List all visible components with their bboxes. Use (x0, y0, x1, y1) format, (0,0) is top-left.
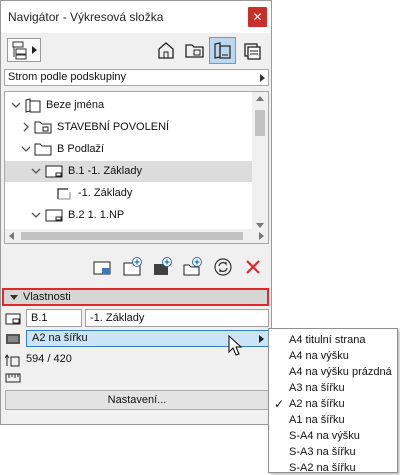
mouse-cursor-icon (228, 335, 243, 356)
menu-item-label: A3 na šířku (289, 382, 345, 394)
menu-item-label: A2 na šířku (289, 398, 345, 410)
layout-tree[interactable]: Beze jména STAVEBNÍ POVOLENÍ B Podlaží B… (4, 91, 269, 244)
tree-item[interactable]: Beze jména (5, 95, 252, 116)
menu-item[interactable]: S-A4 na výšku (269, 428, 397, 445)
master-layout-icon (93, 261, 111, 275)
close-button[interactable]: ✕ (248, 7, 267, 27)
navigator-toolbar (1, 33, 271, 67)
book-icon (25, 98, 41, 113)
house-icon (158, 42, 174, 59)
vertical-scrollbar[interactable] (252, 92, 268, 232)
map-popup-button[interactable] (7, 38, 41, 62)
menu-item-label: S-A4 na výšku (289, 430, 360, 442)
tree-item-selected[interactable]: B.1 -1. Základy (5, 161, 252, 182)
scroll-thumb[interactable] (255, 110, 265, 136)
tree-item-label: B.2 1. 1.NP (68, 209, 125, 221)
collapse-triangle-icon (10, 295, 18, 300)
tree-item-label: STAVEBNÍ POVOLENÍ (57, 121, 170, 133)
scroll-left-icon[interactable] (9, 232, 14, 240)
new-subset-icon (154, 257, 172, 275)
tree-item[interactable]: STAVEBNÍ POVOLENÍ (5, 117, 252, 138)
tree-item-label: -1. Základy (78, 187, 133, 199)
layout-icon (45, 165, 63, 178)
settings-button[interactable]: Nastavení... (5, 390, 269, 410)
properties-header-label: Vlastnosti (23, 291, 71, 303)
check-icon: ✓ (274, 397, 285, 411)
new-layout-button[interactable] (122, 256, 144, 278)
size-icon (5, 354, 20, 367)
menu-item-label: A4 na výšku prázdná (289, 366, 392, 378)
layout-book-button[interactable] (209, 37, 236, 64)
publisher-sets-button[interactable] (239, 37, 266, 64)
tree-item-label: B Podlaží (57, 143, 105, 155)
menu-item[interactable]: S-A2 na šířku (269, 460, 397, 475)
chevron-right-icon (259, 335, 264, 343)
menu-item-label: S-A3 na šířku (289, 446, 356, 458)
layout-id-field[interactable]: B.1 (26, 309, 82, 327)
publisher-icon (244, 43, 261, 60)
chevron-right-icon (23, 122, 29, 132)
new-master-layout-button[interactable] (92, 256, 114, 278)
tree-item[interactable]: -1. Základy (5, 183, 252, 204)
menu-item-checked[interactable]: ✓ A2 na šířku (269, 396, 397, 413)
menu-item[interactable]: A1 na šířku (269, 412, 397, 429)
scroll-down-icon[interactable] (256, 223, 264, 228)
update-button[interactable] (212, 256, 234, 278)
menu-item[interactable]: S-A3 na šířku (269, 444, 397, 461)
layout-id-icon (5, 313, 21, 325)
chevron-right-icon (32, 46, 37, 54)
tree-item[interactable]: B Podlaží (5, 139, 252, 160)
master-layout-icon (6, 334, 20, 344)
tree-item-label: B.1 -1. Základy (68, 165, 142, 177)
menu-item-label: A4 na výšku (289, 350, 349, 362)
horizontal-scrollbar[interactable] (5, 229, 268, 243)
delete-icon (246, 260, 260, 274)
ruler-icon (5, 373, 21, 383)
delete-button[interactable] (242, 256, 264, 278)
project-map-popup-icon (12, 41, 27, 60)
layout-dimensions: 594 / 420 (26, 353, 72, 365)
menu-item[interactable]: A4 na výšku (269, 348, 397, 365)
scroll-thumb[interactable] (21, 232, 243, 240)
chevron-right-icon (260, 74, 265, 82)
chevron-down-icon (11, 102, 21, 108)
master-layout-select-value: A2 na šířku (32, 332, 88, 344)
new-folder-icon (183, 257, 202, 276)
layout-book-icon (214, 42, 231, 59)
title-bar[interactable]: Navigátor - Výkresová složka ✕ (1, 1, 271, 33)
menu-item[interactable]: A4 titulní strana (269, 332, 397, 349)
scroll-up-icon[interactable] (256, 96, 264, 101)
tree-item-label: Beze jména (46, 99, 105, 111)
layout-name-field[interactable]: -1. Základy (85, 309, 269, 327)
drawing-icon (57, 188, 71, 200)
subset-selector[interactable]: Strom podle podskupiny (4, 69, 269, 86)
folder-icon (34, 143, 52, 156)
menu-item-label: A1 na šířku (289, 414, 345, 426)
menu-item-label: A4 titulní strana (289, 334, 366, 346)
project-map-button[interactable] (153, 37, 180, 64)
menu-item-label: S-A2 na šířku (289, 462, 356, 474)
properties-header[interactable]: Vlastnosti (2, 288, 269, 306)
new-subset-button[interactable] (152, 256, 174, 278)
new-folder-button[interactable] (182, 256, 204, 278)
menu-item[interactable]: A4 na výšku prázdná (269, 364, 397, 381)
new-layout-icon (123, 257, 142, 276)
layout-icon (45, 209, 63, 222)
chevron-down-icon (31, 212, 41, 218)
view-map-button[interactable] (181, 37, 208, 64)
folder-icon (185, 44, 204, 58)
subset-selector-label: Strom podle podskupiny (8, 71, 127, 83)
refresh-icon (214, 258, 232, 276)
tree-action-bar (1, 256, 271, 280)
chevron-down-icon (31, 168, 41, 174)
navigator-palette: Navigátor - Výkresová složka ✕ Strom pod… (0, 0, 272, 425)
window-title: Navigátor - Výkresová složka (8, 10, 164, 24)
tree-item[interactable]: B.2 1. 1.NP (5, 205, 252, 226)
menu-item[interactable]: A3 na šířku (269, 380, 397, 397)
chevron-down-icon (21, 146, 31, 152)
master-layout-menu: A4 titulní strana A4 na výšku A4 na výšk… (268, 328, 398, 475)
folder-icon (34, 121, 52, 134)
scroll-right-icon[interactable] (259, 232, 264, 240)
